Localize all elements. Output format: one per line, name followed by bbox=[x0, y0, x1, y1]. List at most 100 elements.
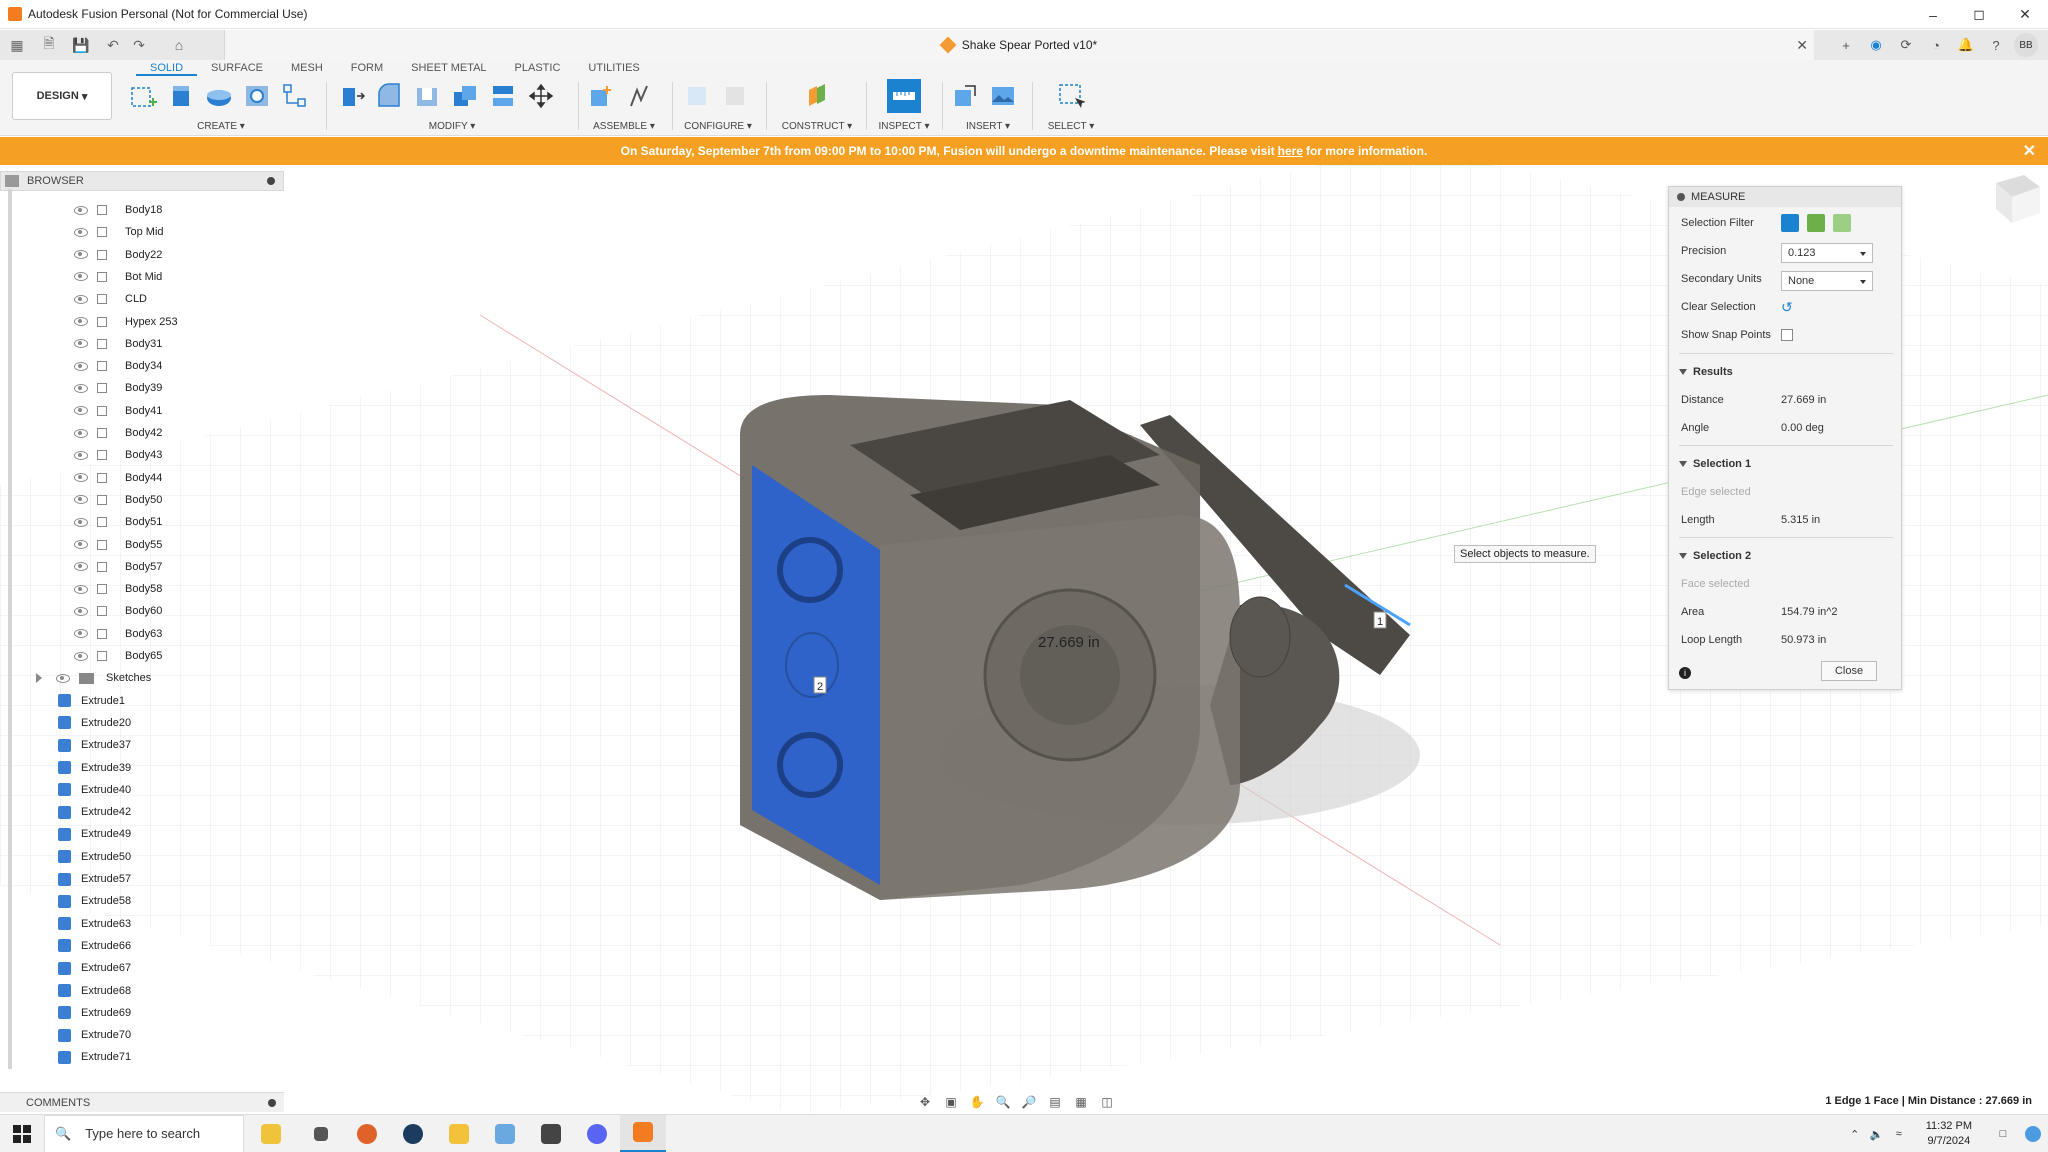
pattern-icon[interactable] bbox=[278, 79, 312, 113]
visibility-eye-icon[interactable] bbox=[74, 428, 88, 438]
browser-sketches-folder[interactable]: Sketches bbox=[36, 668, 151, 688]
fit-icon[interactable]: 🔎 bbox=[1018, 1092, 1040, 1112]
visibility-eye-icon[interactable] bbox=[74, 651, 88, 661]
move-icon[interactable] bbox=[524, 79, 558, 113]
timeline-feature-item[interactable]: Extrude42 bbox=[58, 802, 131, 822]
selection-2-section[interactable]: Selection 2 bbox=[1679, 546, 1751, 566]
revolve-icon[interactable] bbox=[202, 79, 236, 113]
document-tab[interactable]: Shake Spear Ported v10* ✕ bbox=[224, 30, 1814, 60]
browser-scrollbar[interactable] bbox=[8, 189, 12, 1069]
notifications-icon[interactable]: □ bbox=[1988, 1115, 2018, 1152]
expand-icon[interactable] bbox=[36, 673, 42, 684]
pin-icon[interactable] bbox=[267, 177, 275, 185]
zoom-icon[interactable]: 🔍 bbox=[992, 1092, 1014, 1112]
dialog-toggle-icon[interactable] bbox=[1677, 193, 1685, 201]
browser-body-item[interactable]: Body50 bbox=[74, 490, 162, 510]
timeline-feature-item[interactable]: Extrude67 bbox=[58, 958, 131, 978]
timeline-feature-item[interactable]: Extrude20 bbox=[58, 713, 131, 733]
split-body-icon[interactable] bbox=[486, 79, 520, 113]
browser-body-item[interactable]: Top Mid bbox=[74, 222, 164, 242]
measure-header[interactable]: MEASURE bbox=[1669, 187, 1901, 207]
joint-icon[interactable] bbox=[622, 79, 656, 113]
construct-group-label[interactable]: CONSTRUCT ▾ bbox=[774, 121, 860, 132]
wifi-icon[interactable]: ≈ bbox=[1888, 1115, 1910, 1152]
help-icon[interactable]: ? bbox=[1984, 33, 2008, 57]
visibility-eye-icon[interactable] bbox=[74, 540, 88, 549]
timeline-feature-item[interactable]: Extrude63 bbox=[58, 914, 131, 934]
file-menu-icon[interactable]: 🗎 bbox=[36, 33, 62, 57]
browser-body-item[interactable]: Bot Mid bbox=[74, 267, 162, 287]
press-pull-icon[interactable] bbox=[334, 79, 368, 113]
timeline-feature-item[interactable]: Extrude70 bbox=[58, 1025, 131, 1045]
browser-body-item[interactable]: Body63 bbox=[74, 624, 162, 644]
save-icon[interactable]: 💾 bbox=[68, 33, 94, 57]
timeline-feature-item[interactable]: Extrude69 bbox=[58, 1003, 131, 1023]
modify-group-label[interactable]: MODIFY ▾ bbox=[334, 121, 570, 132]
banner-link[interactable]: here bbox=[1278, 144, 1303, 158]
visibility-eye-icon[interactable] bbox=[74, 606, 88, 616]
task-view-icon[interactable] bbox=[298, 1115, 344, 1152]
filter-face-icon[interactable] bbox=[1807, 214, 1825, 232]
timeline-feature-item[interactable]: Extrude71 bbox=[58, 1047, 131, 1067]
select-group-label[interactable]: SELECT ▾ bbox=[1040, 121, 1102, 132]
browser-body-item[interactable]: Body31 bbox=[74, 334, 162, 354]
browser-body-item[interactable]: Body44 bbox=[74, 468, 162, 488]
tray-overflow-icon[interactable]: ⌃ bbox=[1844, 1115, 1866, 1152]
workspace-switcher[interactable]: DESIGN ▾ bbox=[12, 72, 112, 120]
steam-icon[interactable] bbox=[390, 1115, 436, 1152]
user-avatar[interactable]: BB bbox=[2014, 33, 2038, 57]
collapse-panel-icon[interactable] bbox=[5, 175, 19, 187]
visibility-eye-icon[interactable] bbox=[74, 250, 88, 260]
visibility-eye-icon[interactable] bbox=[74, 495, 88, 505]
clear-selection-icon[interactable]: ↺ bbox=[1781, 299, 1793, 316]
grid-settings-icon[interactable]: ▦ bbox=[1070, 1092, 1092, 1112]
online-status-icon[interactable]: ◉ bbox=[1864, 33, 1888, 57]
filter-body-icon[interactable] bbox=[1781, 214, 1799, 232]
notifications-bell-icon[interactable]: 🔔 bbox=[1954, 33, 1978, 57]
extrude-icon[interactable] bbox=[164, 79, 198, 113]
visibility-eye-icon[interactable] bbox=[74, 450, 88, 460]
fusion-taskbar-icon[interactable] bbox=[620, 1114, 666, 1152]
visibility-eye-icon[interactable] bbox=[74, 584, 88, 594]
maximize-icon[interactable]: ◻ bbox=[1956, 0, 2002, 29]
timeline-feature-item[interactable]: Extrude57 bbox=[58, 869, 131, 889]
precision-dropdown[interactable]: 0.123 bbox=[1781, 243, 1873, 263]
results-section[interactable]: Results bbox=[1679, 362, 1733, 382]
tab-form[interactable]: FORM bbox=[337, 60, 397, 76]
job-status-icon[interactable]: ◔ bbox=[1924, 33, 1948, 57]
inspect-group-label[interactable]: INSPECT ▾ bbox=[872, 121, 936, 132]
offset-plane-icon[interactable] bbox=[800, 79, 834, 113]
visibility-eye-icon[interactable] bbox=[74, 361, 88, 371]
create-group-label[interactable]: CREATE ▾ bbox=[126, 121, 316, 132]
browser-body-item[interactable]: Body55 bbox=[74, 535, 162, 555]
tab-utilities[interactable]: UTILITIES bbox=[574, 60, 653, 76]
clock[interactable]: 11:32 PM 9/7/2024 bbox=[1926, 1119, 1972, 1149]
display-settings-icon[interactable]: ▤ bbox=[1044, 1092, 1066, 1112]
visibility-eye-icon[interactable] bbox=[74, 383, 88, 393]
visibility-eye-icon[interactable] bbox=[74, 517, 88, 527]
assemble-group-label[interactable]: ASSEMBLE ▾ bbox=[584, 121, 664, 132]
home-icon[interactable]: ⌂ bbox=[166, 33, 192, 57]
browser-body-item[interactable]: Body65 bbox=[74, 646, 162, 666]
create-sketch-icon[interactable] bbox=[126, 79, 160, 113]
select-icon[interactable] bbox=[1054, 79, 1088, 113]
visibility-eye-icon[interactable] bbox=[74, 339, 88, 349]
browser-body-item[interactable]: Body60 bbox=[74, 601, 162, 621]
orbit-icon[interactable]: ✥ bbox=[914, 1092, 936, 1112]
comments-panel[interactable]: COMMENTS bbox=[0, 1092, 284, 1112]
copilot-icon[interactable] bbox=[2018, 1115, 2048, 1152]
timeline-feature-item[interactable]: Extrude1 bbox=[58, 691, 125, 711]
comments-pin-icon[interactable] bbox=[268, 1099, 276, 1107]
tab-surface[interactable]: SURFACE bbox=[197, 60, 277, 76]
timeline-feature-item[interactable]: Extrude58 bbox=[58, 891, 131, 911]
firefox-icon[interactable] bbox=[344, 1115, 390, 1152]
file-explorer-icon[interactable] bbox=[436, 1115, 482, 1152]
tab-mesh[interactable]: MESH bbox=[277, 60, 337, 76]
redo-icon[interactable]: ↷ bbox=[126, 33, 152, 57]
configure-table-icon[interactable] bbox=[680, 79, 714, 113]
browser-body-item[interactable]: Body43 bbox=[74, 445, 162, 465]
visibility-eye-icon[interactable] bbox=[74, 629, 88, 639]
insert-derive-icon[interactable] bbox=[948, 79, 982, 113]
measure-tool-icon[interactable] bbox=[887, 79, 921, 113]
visibility-eye-icon[interactable] bbox=[56, 673, 70, 683]
